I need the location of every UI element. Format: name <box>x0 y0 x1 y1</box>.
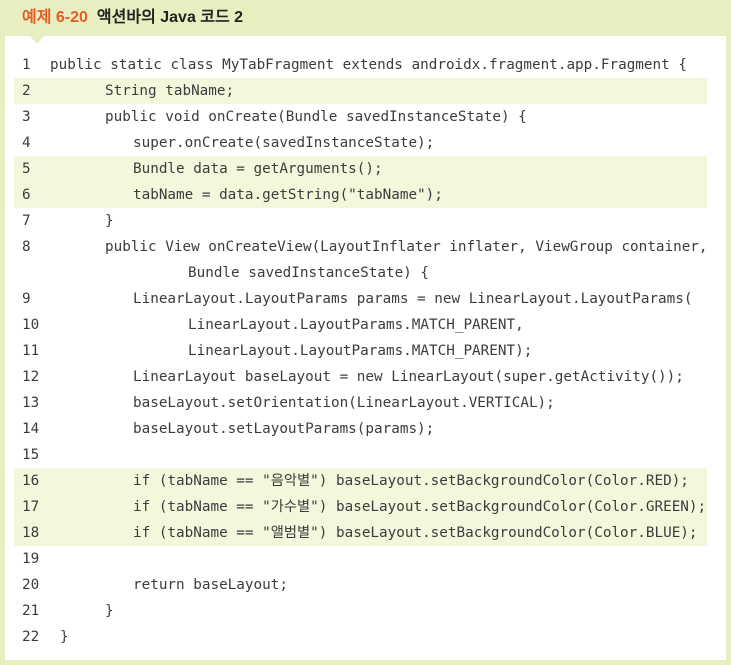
code-line: 20 return baseLayout; <box>14 572 707 598</box>
example-title: 액션바의 Java 코드 2 <box>96 9 244 26</box>
code-text: LinearLayout.LayoutParams.MATCH_PARENT); <box>188 343 533 359</box>
code-text: public View onCreateView(LayoutInflater … <box>105 239 708 255</box>
code-line: 9 LinearLayout.LayoutParams params = new … <box>14 286 707 312</box>
code-line-highlighted: 6 tabName = data.getString("tabName"); <box>14 182 707 208</box>
line-number: 11 <box>22 343 40 359</box>
example-header: 예제 6-20 액션바의 Java 코드 2 <box>0 0 731 36</box>
code-text: tabName = data.getString("tabName"); <box>133 187 443 203</box>
line-number: 15 <box>22 447 40 463</box>
code-text: LinearLayout baseLayout = new LinearLayo… <box>133 369 684 385</box>
line-number: 7 <box>22 213 31 229</box>
code-line-highlighted: 17 if (tabName == "가수별") baseLayout.setBa… <box>14 494 707 520</box>
code-line: 7} <box>14 208 707 234</box>
code-text: if (tabName == "가수별") baseLayout.setBack… <box>133 499 707 515</box>
line-number: 18 <box>22 525 40 541</box>
code-text: } <box>105 213 114 229</box>
code-text: LinearLayout.LayoutParams.MATCH_PARENT, <box>188 317 524 333</box>
code-text: } <box>105 603 114 619</box>
code-line: 11 LinearLayout.LayoutParams.MATCH_PARENT… <box>14 338 707 364</box>
code-text: Bundle data = getArguments(); <box>133 161 383 177</box>
line-number: 5 <box>22 161 31 177</box>
code-line: 21} <box>14 598 707 624</box>
code-text: baseLayout.setOrientation(LinearLayout.V… <box>133 395 555 411</box>
line-number: 16 <box>22 473 40 489</box>
code-line: 10 LinearLayout.LayoutParams.MATCH_PARENT… <box>14 312 707 338</box>
code-line-highlighted: 5 Bundle data = getArguments(); <box>14 156 707 182</box>
line-number: 3 <box>22 109 31 125</box>
code-text: return baseLayout; <box>133 577 288 593</box>
code-text: public void onCreate(Bundle savedInstanc… <box>105 109 527 125</box>
line-number: 13 <box>22 395 40 411</box>
line-number: 4 <box>22 135 31 151</box>
code-listing: 1 public static class MyTabFragment exten… <box>5 36 726 660</box>
code-line-highlighted: 18 if (tabName == "앨범별") baseLayout.setBa… <box>14 520 707 546</box>
code-text: if (tabName == "음악별") baseLayout.setBack… <box>133 473 689 489</box>
example-number-label: 예제 6-20 <box>22 9 88 26</box>
code-text: } <box>60 629 69 645</box>
line-number: 17 <box>22 499 40 515</box>
code-line: 19 <box>14 546 707 572</box>
header-tab-notch <box>30 36 44 44</box>
line-number: 8 <box>22 239 31 255</box>
code-line: 8 public View onCreateView(LayoutInflater… <box>14 234 708 260</box>
code-text: String tabName; <box>105 83 235 99</box>
code-line: 22} <box>14 624 707 650</box>
line-number: 12 <box>22 369 40 385</box>
code-line: 14 baseLayout.setLayoutParams(params); <box>14 416 707 442</box>
code-line: 1 public static class MyTabFragment exten… <box>14 52 707 78</box>
line-number: 22 <box>22 629 40 645</box>
line-number: 21 <box>22 603 40 619</box>
code-line: 12 LinearLayout baseLayout = new LinearLa… <box>14 364 707 390</box>
code-text: super.onCreate(savedInstanceState); <box>133 135 435 151</box>
line-number: 2 <box>22 83 31 99</box>
line-number: 19 <box>22 551 40 567</box>
line-number: 6 <box>22 187 31 203</box>
code-text: LinearLayout.LayoutParams params = new L… <box>133 291 693 307</box>
code-line: 13 baseLayout.setOrientation(LinearLayout… <box>14 390 707 416</box>
code-line: 15 <box>14 442 707 468</box>
code-text: public static class MyTabFragment extend… <box>50 57 687 73</box>
line-number: 1 <box>22 57 31 73</box>
code-line-highlighted: 2 String tabName; <box>14 78 707 104</box>
code-text: if (tabName == "앨범별") baseLayout.setBack… <box>133 525 698 541</box>
code-text: baseLayout.setLayoutParams(params); <box>133 421 435 437</box>
code-line-highlighted: 16 if (tabName == "음악별") baseLayout.setBa… <box>14 468 707 494</box>
code-line: 3 public void onCreate(Bundle savedInstan… <box>14 104 707 130</box>
code-text: Bundle savedInstanceState) { <box>188 265 430 281</box>
line-number: 20 <box>22 577 40 593</box>
line-number: 10 <box>22 317 40 333</box>
code-line: Bundle savedInstanceState) { <box>14 260 707 286</box>
line-number: 9 <box>22 291 31 307</box>
example-heading: 예제 6-20 액션바의 Java 코드 2 <box>22 8 243 28</box>
code-line: 4 super.onCreate(savedInstanceState); <box>14 130 707 156</box>
line-number: 14 <box>22 421 40 437</box>
